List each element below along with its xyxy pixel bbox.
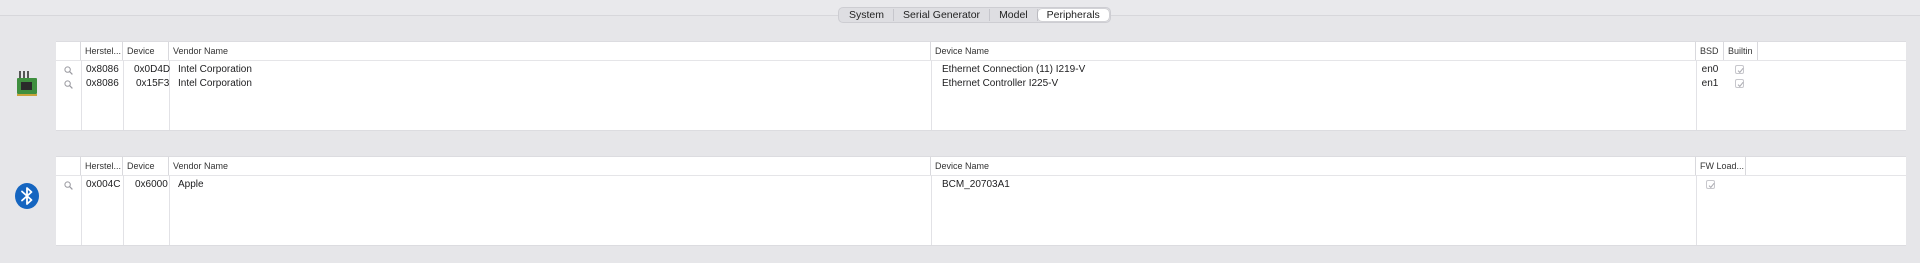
bsd-name: en0 <box>1701 64 1719 75</box>
device-id: 0x6000 <box>135 179 168 190</box>
magnifier-icon[interactable] <box>64 181 73 190</box>
bluetooth-table: Herstel... Device Vendor Name Device Nam… <box>56 156 1906 246</box>
column-header[interactable]: Device Name <box>931 42 1696 60</box>
vendor-name: Apple <box>178 179 204 190</box>
header-spacer <box>56 157 81 175</box>
bsd-name: en1 <box>1701 78 1719 89</box>
table-header: Herstel... Device Vendor Name Device Nam… <box>56 157 1906 176</box>
column-header[interactable]: Herstel... <box>81 157 123 175</box>
column-header[interactable]: Builtin <box>1724 42 1758 60</box>
tab-serial-generator[interactable]: Serial Generator <box>894 9 991 21</box>
device-id: 0x0D4D <box>134 64 171 75</box>
builtin-checkbox[interactable] <box>1735 79 1744 88</box>
table-row[interactable]: 0x004C 0x6000 Apple BCM_20703A1 <box>56 178 1906 192</box>
column-header[interactable]: Device Name <box>931 157 1696 175</box>
network-card-icon <box>13 69 41 97</box>
magnifier-icon[interactable] <box>64 66 73 75</box>
column-header[interactable]: BSD <box>1696 42 1724 60</box>
column-header[interactable]: Device <box>123 157 169 175</box>
device-name: BCM_20703A1 <box>942 179 1010 190</box>
vendor-id: 0x8086 <box>86 64 119 75</box>
vendor-id: 0x004C <box>86 179 121 190</box>
builtin-checkbox[interactable] <box>1735 65 1744 74</box>
tab-bar: System Serial Generator Model Peripheral… <box>838 7 1111 23</box>
tab-peripherals[interactable]: Peripherals <box>1037 9 1109 21</box>
fw-load-checkbox[interactable] <box>1706 180 1715 189</box>
bluetooth-icon <box>13 182 41 210</box>
column-header[interactable]: Device <box>123 42 169 60</box>
tab-model[interactable]: Model <box>990 9 1038 21</box>
magnifier-icon[interactable] <box>64 80 73 89</box>
table-row[interactable]: 0x8086 0x15F3 Intel Corporation Ethernet… <box>56 77 1906 91</box>
header-spacer <box>56 42 81 60</box>
vendor-name: Intel Corporation <box>178 78 252 89</box>
tab-system[interactable]: System <box>840 9 895 21</box>
column-header[interactable]: FW Load... <box>1696 157 1746 175</box>
column-header[interactable]: Vendor Name <box>169 42 931 60</box>
device-name: Ethernet Controller I225-V <box>942 78 1059 89</box>
device-name: Ethernet Connection (11) I219-V <box>942 64 1086 75</box>
vendor-id: 0x8086 <box>86 78 119 89</box>
vendor-name: Intel Corporation <box>178 64 252 75</box>
column-header[interactable]: Herstel... <box>81 42 123 60</box>
column-header[interactable]: Vendor Name <box>169 157 931 175</box>
table-header: Herstel... Device Vendor Name Device Nam… <box>56 42 1906 61</box>
network-table: Herstel... Device Vendor Name Device Nam… <box>56 41 1906 131</box>
table-row[interactable]: 0x8086 0x0D4D Intel Corporation Ethernet… <box>56 63 1906 77</box>
device-id: 0x15F3 <box>136 78 170 89</box>
